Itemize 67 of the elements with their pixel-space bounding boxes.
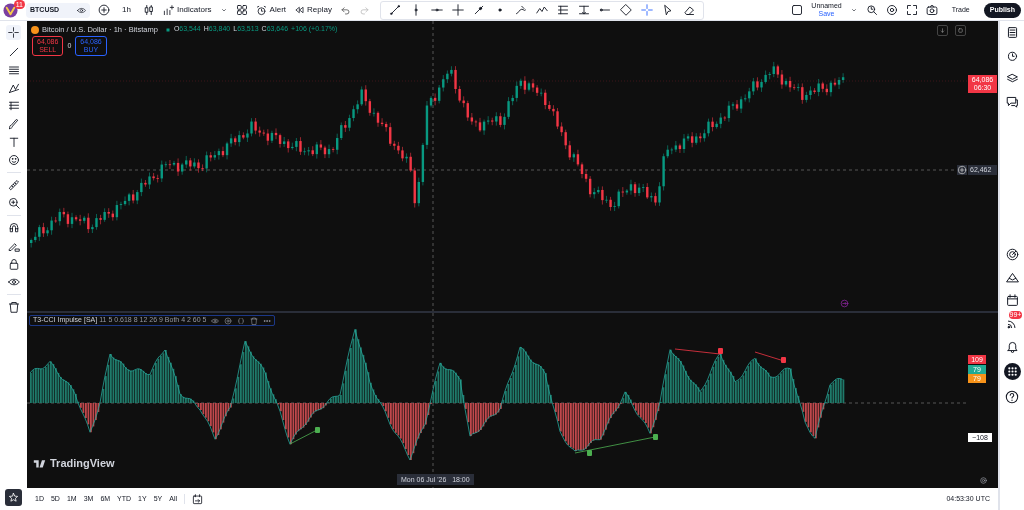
cursor-icon[interactable] (661, 4, 674, 16)
fib-levels-icon[interactable] (7, 100, 20, 112)
ruler-icon[interactable] (7, 179, 20, 191)
ray-icon[interactable] (472, 4, 485, 16)
diamond-icon[interactable] (619, 4, 632, 16)
chevron-down-icon[interactable] (219, 6, 228, 14)
code-braces-icon[interactable] (237, 316, 246, 325)
camera-icon[interactable] (925, 4, 938, 16)
apps-grid-icon[interactable] (1003, 363, 1021, 380)
pitchfork-icon[interactable] (7, 82, 20, 94)
calendar-icon[interactable] (1005, 294, 1019, 307)
alert-button[interactable]: Alert (255, 4, 287, 16)
cross-line-icon[interactable] (451, 4, 464, 16)
zigzag-icon[interactable] (535, 4, 548, 16)
channel-icon[interactable] (556, 4, 569, 16)
trend-line-icon[interactable] (7, 46, 20, 58)
eraser-icon[interactable] (682, 4, 695, 16)
candles-icon[interactable] (142, 4, 155, 16)
scroll-down-icon[interactable] (937, 25, 948, 36)
eye-icon[interactable] (7, 276, 20, 288)
signal-marker (718, 348, 723, 354)
trash-icon[interactable] (7, 301, 20, 313)
help-icon[interactable] (1005, 390, 1019, 404)
feed-icon[interactable] (1005, 317, 1019, 330)
avatar-icon[interactable] (3, 2, 18, 18)
range-icon[interactable] (577, 4, 590, 16)
crosshair-icon[interactable] (6, 25, 21, 40)
eye-icon (77, 5, 86, 15)
bell-icon[interactable] (1005, 340, 1019, 353)
magnet-icon[interactable] (7, 222, 20, 234)
mountain-icon[interactable] (1005, 271, 1019, 284)
add-symbol-icon[interactable] (98, 4, 110, 16)
divergence-line (289, 429, 318, 445)
target-icon[interactable] (1005, 248, 1019, 261)
chevron-down-icon[interactable] (849, 6, 858, 14)
indicators-button[interactable]: Indicators (162, 4, 212, 16)
brush-icon[interactable] (7, 118, 20, 130)
trend-line-icon[interactable] (388, 4, 401, 16)
fullscreen-icon[interactable] (905, 4, 918, 16)
chart-logo: TradingView (50, 456, 115, 471)
signal-marker (315, 427, 320, 433)
interval-button[interactable]: 1h (118, 4, 135, 16)
add-alert-icon[interactable] (957, 165, 967, 175)
signal-marker (781, 357, 786, 363)
signal-marker (587, 450, 592, 456)
alarm-clock-icon[interactable] (1005, 49, 1019, 62)
lock-icon[interactable] (7, 258, 20, 270)
divergence-line (674, 348, 721, 355)
layers-icon[interactable] (1005, 72, 1019, 85)
undo-icon[interactable] (339, 4, 351, 16)
watchlist-icon[interactable] (1005, 26, 1019, 39)
zoom-in-icon[interactable] (7, 197, 20, 209)
layout-grid-icon[interactable] (235, 4, 248, 16)
calendar-range-icon[interactable] (192, 493, 203, 505)
lines-icon[interactable] (7, 64, 20, 76)
pencil-lock-icon[interactable] (7, 240, 20, 252)
rewind-icon (294, 5, 305, 15)
chat-icon[interactable] (1005, 95, 1019, 108)
chart-plus-icon (162, 4, 174, 16)
bitcoin-coin-icon (31, 25, 39, 34)
alarm-clock-icon (255, 4, 267, 16)
replay-button[interactable]: Replay (294, 4, 332, 16)
smiley-icon[interactable] (7, 154, 20, 166)
checkbox-icon[interactable] (791, 4, 804, 16)
signal-marker (653, 434, 658, 440)
magnifier-icon[interactable] (865, 4, 878, 16)
text-icon[interactable] (7, 136, 20, 148)
